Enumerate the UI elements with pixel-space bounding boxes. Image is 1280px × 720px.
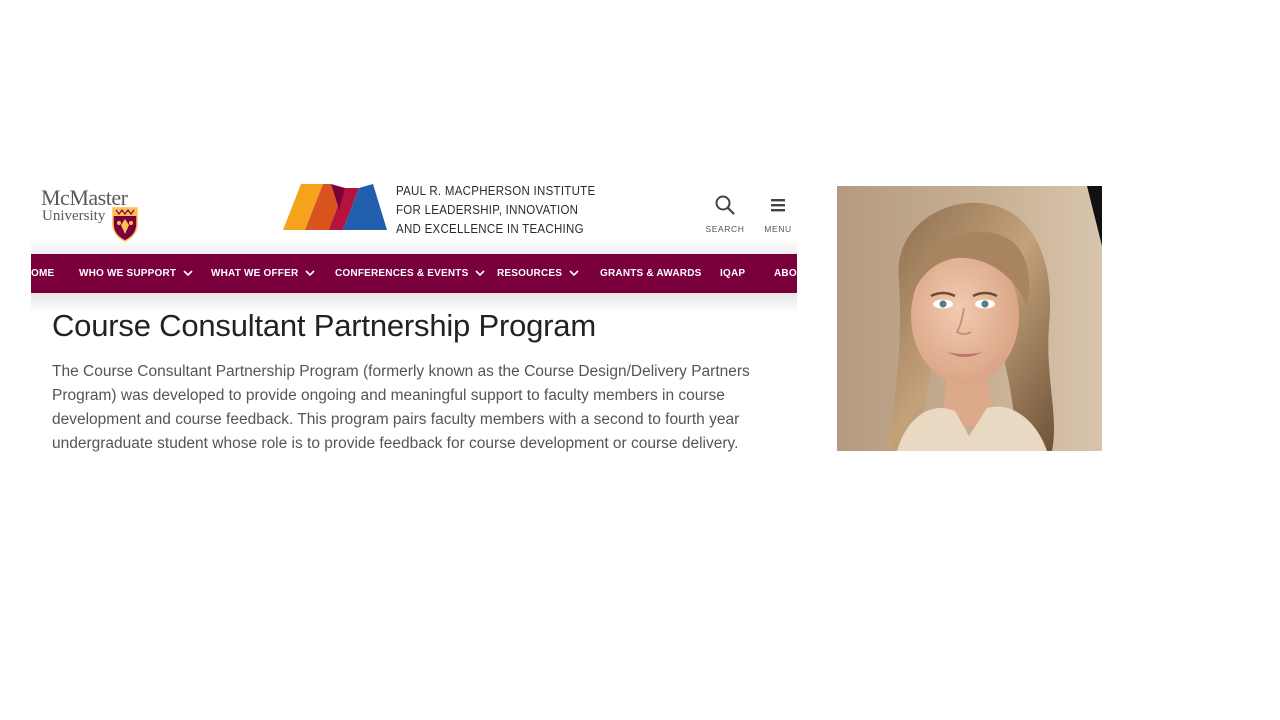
nav-item-home[interactable]: OME bbox=[31, 254, 54, 293]
mcmaster-crest-icon bbox=[112, 207, 138, 242]
site-header: McMaster University PAUL R. MACPHERSON I… bbox=[31, 176, 797, 254]
institute-name-line: FOR LEADERSHIP, INNOVATION bbox=[396, 203, 579, 217]
chevron-down-icon bbox=[305, 270, 315, 276]
nav-item-grants-awards[interactable]: GRANTS & AWARDS bbox=[600, 254, 702, 293]
page-title: Course Consultant Partnership Program bbox=[52, 308, 596, 343]
person-photo-icon bbox=[837, 186, 1102, 451]
search-label: SEARCH bbox=[705, 224, 745, 234]
institute-name-line: PAUL R. MACPHERSON INSTITUTE bbox=[396, 184, 596, 198]
institute-name: PAUL R. MACPHERSON INSTITUTE FOR LEADERS… bbox=[396, 182, 595, 239]
menu-label: MENU bbox=[764, 224, 792, 234]
nav-item-who-we-support[interactable]: WHO WE SUPPORT bbox=[79, 254, 193, 293]
nav-item-label: GRANTS & AWARDS bbox=[600, 268, 702, 279]
portrait-photo bbox=[837, 186, 1102, 451]
nav-item-label: ABOU bbox=[774, 268, 797, 279]
mcmaster-logo-line2: University bbox=[42, 208, 106, 224]
search-button[interactable]: SEARCH bbox=[702, 194, 748, 234]
nav-item-about[interactable]: ABOU bbox=[774, 254, 797, 293]
mcmaster-logo[interactable]: McMaster University bbox=[41, 186, 141, 242]
institute-name-line: AND EXCELLENCE IN TEACHING bbox=[396, 222, 584, 236]
nav-item-conferences-events[interactable]: CONFERENCES & EVENTS bbox=[335, 254, 486, 293]
nav-item-label: OME bbox=[31, 268, 55, 279]
chevron-down-icon bbox=[475, 270, 486, 276]
website-screenshot: McMaster University PAUL R. MACPHERSON I… bbox=[31, 176, 797, 466]
hamburger-icon bbox=[771, 199, 785, 212]
page-description: The Course Consultant Partnership Progra… bbox=[52, 363, 750, 452]
nav-item-label: RESOURCES bbox=[497, 268, 563, 279]
macpherson-institute-logo-icon[interactable] bbox=[283, 182, 391, 234]
chevron-down-icon bbox=[569, 270, 579, 276]
main-navigation: OME WHO WE SUPPORT WHAT WE OFFER CONFERE… bbox=[31, 254, 797, 293]
nav-item-label: IQAP bbox=[720, 268, 746, 279]
search-icon bbox=[715, 195, 735, 215]
nav-item-label: WHO WE SUPPORT bbox=[79, 268, 177, 279]
nav-item-resources[interactable]: RESOURCES bbox=[497, 254, 579, 293]
nav-item-label: WHAT WE OFFER bbox=[211, 268, 299, 279]
nav-item-label: CONFERENCES & EVENTS bbox=[335, 268, 469, 279]
chevron-down-icon bbox=[183, 270, 193, 276]
nav-item-what-we-offer[interactable]: WHAT WE OFFER bbox=[211, 254, 315, 293]
menu-button[interactable]: MENU bbox=[755, 194, 797, 234]
nav-item-iqap[interactable]: IQAP bbox=[720, 254, 745, 293]
